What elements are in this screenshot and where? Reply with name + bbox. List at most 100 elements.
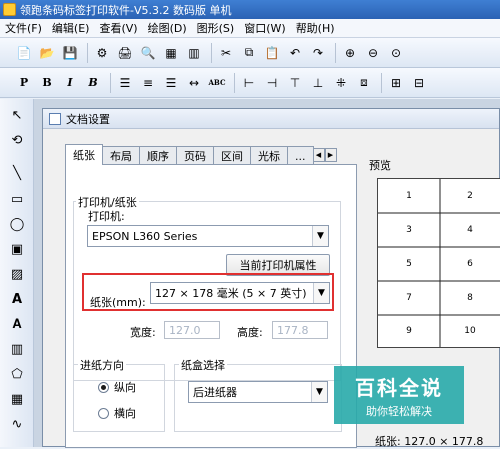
tab-page-number[interactable]: 页码 [176, 146, 214, 165]
dialog-title-bar: 文档设置 [43, 109, 499, 129]
printer-select[interactable]: EPSON L360 Series ▼ [87, 225, 329, 247]
menu-window[interactable]: 窗口(W) [239, 20, 290, 36]
format-toolbar: P B I B ☰ ≡ ☰ ↔ ABC ⊢ ⊣ ⊤ ⊥ ⁜ ⧈ ⊞ ⊟ [0, 68, 500, 98]
align-objects-right-icon[interactable]: ⊣ [262, 73, 282, 93]
abc-button[interactable]: ABC [207, 73, 227, 93]
barcode-icon[interactable]: ▥ [184, 43, 204, 63]
tab-more[interactable]: ... [287, 146, 314, 165]
preview-cell: 2 [467, 191, 473, 201]
align-right-icon[interactable]: ☰ [161, 73, 181, 93]
preview-label: 预览 [369, 159, 391, 172]
printer-select-value: EPSON L360 Series [92, 229, 198, 243]
radio-unselected-icon[interactable] [98, 407, 109, 419]
preview-cell: 10 [464, 326, 476, 336]
menu-draw[interactable]: 绘图(D) [143, 20, 192, 36]
align-center-icon[interactable]: ≡ [138, 73, 158, 93]
tab-cursor[interactable]: 光标 [250, 146, 288, 165]
align-objects-top-icon[interactable]: ⊤ [285, 73, 305, 93]
settings-icon[interactable]: ⚙ [92, 43, 112, 63]
rotate-icon[interactable]: ⟲ [7, 130, 27, 150]
select-pointer-icon[interactable]: ↖ [7, 105, 27, 125]
height-field[interactable]: 177.8 [272, 321, 328, 339]
preview-cell: 4 [467, 225, 473, 235]
landscape-label: 横向 [114, 407, 136, 420]
distribute-icon[interactable]: ⁜ [331, 73, 351, 93]
picture-tool-icon[interactable]: ▨ [7, 264, 27, 284]
paste-icon[interactable]: 📋 [262, 43, 282, 63]
watermark-title: 百科全说 [355, 375, 443, 400]
preview-cell: 5 [406, 259, 412, 269]
same-size-icon[interactable]: ⧈ [354, 73, 374, 93]
width-label: 宽度: [130, 326, 156, 339]
portrait-radio[interactable]: 纵向 [98, 379, 136, 395]
app-logo-icon [3, 3, 16, 16]
bold-italic-button[interactable]: B [83, 73, 103, 93]
line-tool-icon[interactable]: ╲ [7, 163, 27, 183]
menu-shape[interactable]: 图形(S) [192, 20, 240, 36]
grid-icon[interactable]: ▦ [161, 43, 181, 63]
curve-tool-icon[interactable]: ∿ [7, 414, 27, 434]
align-objects-bottom-icon[interactable]: ⊥ [308, 73, 328, 93]
chevron-down-icon[interactable]: ▼ [311, 382, 327, 402]
radio-selected-icon[interactable] [98, 381, 109, 393]
spacing-icon[interactable]: ↔ [184, 73, 204, 93]
tab-layout[interactable]: 布局 [102, 146, 140, 165]
center-vertical-icon[interactable]: ⊟ [409, 73, 429, 93]
portrait-label: 纵向 [114, 381, 136, 394]
barcode-tool-icon[interactable]: ▥ [7, 339, 27, 359]
menu-file[interactable]: 文件(F) [0, 20, 47, 36]
zoom-out-icon[interactable]: ⊖ [363, 43, 383, 63]
redo-icon[interactable]: ↷ [308, 43, 328, 63]
landscape-radio[interactable]: 横向 [98, 405, 136, 421]
tab-range[interactable]: 区间 [213, 146, 251, 165]
height-label: 高度: [237, 326, 263, 339]
preview-cell: 1 [406, 191, 412, 201]
open-icon[interactable]: 📂 [37, 43, 57, 63]
text-p-button[interactable]: P [14, 73, 34, 93]
preview-cell: 8 [467, 293, 473, 303]
toolbar-separator [110, 72, 111, 93]
italic-button[interactable]: I [60, 73, 80, 93]
copy-icon[interactable]: ⧉ [239, 43, 259, 63]
preview-cell: 6 [467, 259, 473, 269]
zoom-fit-icon[interactable]: ⊙ [386, 43, 406, 63]
tab-scroll-right-icon[interactable]: ▶ [324, 148, 337, 162]
rectangle-tool-icon[interactable]: ▭ [7, 189, 27, 209]
save-icon[interactable]: 💾 [60, 43, 80, 63]
paper-tray-select[interactable]: 后进纸器 ▼ [188, 381, 328, 403]
watermark-subtitle: 助你轻松解决 [366, 404, 432, 418]
center-horizontal-icon[interactable]: ⊞ [386, 73, 406, 93]
align-objects-left-icon[interactable]: ⊢ [239, 73, 259, 93]
tab-paper[interactable]: 纸张 [65, 144, 103, 165]
menu-bar: 文件(F) 编辑(E) 查看(V) 绘图(D) 图形(S) 窗口(W) 帮助(H… [0, 19, 500, 38]
bold-button[interactable]: B [37, 73, 57, 93]
paper-tray-value: 后进纸器 [193, 386, 237, 399]
chevron-down-icon[interactable]: ▼ [312, 226, 328, 246]
print-preview-icon[interactable]: 🔍 [138, 43, 158, 63]
zoom-in-icon[interactable]: ⊕ [340, 43, 360, 63]
vertical-text-tool-icon[interactable]: 𝐀 [7, 314, 27, 334]
preview-cell: 9 [406, 326, 412, 336]
tab-order[interactable]: 顺序 [139, 146, 177, 165]
shape-tool-icon[interactable]: ⬠ [7, 364, 27, 384]
toolbar-separator [234, 72, 235, 93]
menu-help[interactable]: 帮助(H) [291, 20, 340, 36]
watermark-logo: 百科全说 助你轻松解决 [334, 366, 464, 424]
menu-edit[interactable]: 编辑(E) [47, 20, 95, 36]
width-field[interactable]: 127.0 [164, 321, 220, 339]
undo-icon[interactable]: ↶ [285, 43, 305, 63]
drawing-toolbar: ↖ ⟲ ╲ ▭ ◯ ▣ ▨ A 𝐀 ▥ ⬠ ▦ ∿ [0, 99, 34, 447]
align-left-icon[interactable]: ☰ [115, 73, 135, 93]
image-tool-icon[interactable]: ▣ [7, 239, 27, 259]
new-icon[interactable]: 📄 [14, 43, 34, 63]
print-icon[interactable]: 🖨 [115, 43, 135, 63]
tab-scroll-left-icon[interactable]: ◀ [312, 148, 325, 162]
text-tool-icon[interactable]: A [7, 289, 27, 309]
menu-view[interactable]: 查看(V) [94, 20, 142, 36]
qrcode-tool-icon[interactable]: ▦ [7, 389, 27, 409]
paper-size-highlight-box [82, 273, 334, 311]
ellipse-tool-icon[interactable]: ◯ [7, 214, 27, 234]
preview-cell: 7 [406, 293, 412, 303]
dialog-tabs: 纸张 布局 顺序 页码 区间 光标 ... ◀ ▶ [65, 144, 337, 165]
cut-icon[interactable]: ✂ [216, 43, 236, 63]
